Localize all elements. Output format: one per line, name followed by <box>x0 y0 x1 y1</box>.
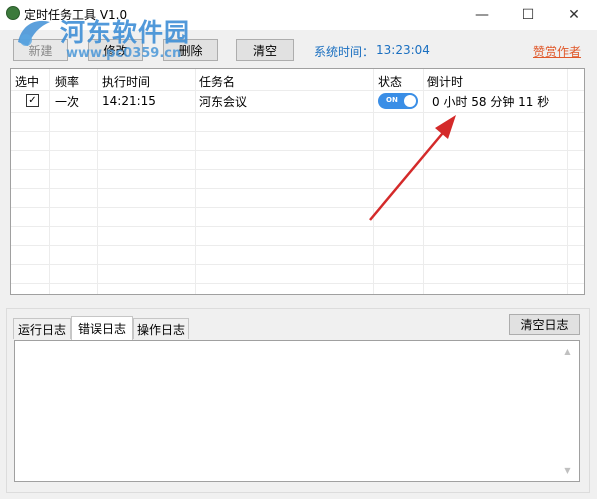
scroll-up-icon[interactable]: ▲ <box>560 344 575 359</box>
column-header-select[interactable]: 选中 <box>15 73 39 90</box>
column-header-task-name[interactable]: 任务名 <box>199 73 235 90</box>
tab-run-log[interactable]: 运行日志 <box>13 318 71 339</box>
grid-line <box>11 283 584 284</box>
system-time-label: 系统时间： <box>314 45 375 59</box>
toggle-knob <box>404 95 416 107</box>
status-toggle-label: ON <box>386 96 398 104</box>
grid-line <box>195 69 196 294</box>
log-textarea[interactable] <box>14 340 580 482</box>
grid-line <box>11 188 584 189</box>
grid-line <box>11 245 584 246</box>
grid-line <box>11 226 584 227</box>
watermark-name: 河东软件园 <box>60 18 191 47</box>
grid-line <box>373 69 374 294</box>
grid-line <box>97 69 98 294</box>
row-frequency: 一次 <box>55 95 80 109</box>
clear-button[interactable]: 清空 <box>236 39 294 61</box>
task-grid[interactable]: 选中 频率 执行时间 任务名 状态 倒计时 ✓ 一次 14:21:15 河东会议… <box>10 68 585 295</box>
grid-line <box>11 112 584 113</box>
grid-line <box>11 264 584 265</box>
column-header-status[interactable]: 状态 <box>378 73 402 90</box>
maximize-button[interactable]: ☐ <box>505 0 551 30</box>
grid-line <box>423 69 424 294</box>
row-task-name: 河东会议 <box>199 95 248 109</box>
grid-line <box>11 169 584 170</box>
grid-line <box>49 69 50 294</box>
system-time-value: 13:23:04 <box>376 43 430 57</box>
grid-line <box>11 207 584 208</box>
grid-line <box>11 150 584 151</box>
watermark-logo-icon <box>18 20 50 46</box>
column-header-frequency[interactable]: 频率 <box>55 73 79 90</box>
grid-line <box>11 90 584 91</box>
tab-error-log[interactable]: 错误日志 <box>71 316 133 340</box>
log-scrollbar[interactable]: ▲ ▼ <box>560 344 575 478</box>
column-header-countdown[interactable]: 倒计时 <box>427 73 463 90</box>
scroll-down-icon[interactable]: ▼ <box>560 463 575 478</box>
grid-line <box>11 131 584 132</box>
minimize-button[interactable]: — <box>459 0 505 30</box>
grid-line <box>567 69 568 294</box>
status-toggle[interactable]: ON <box>378 93 418 109</box>
row-countdown: 0 小时 58 分钟 11 秒 <box>432 95 550 109</box>
donate-link[interactable]: 赞赏作者 <box>533 43 581 60</box>
row-time: 14:21:15 <box>102 94 156 108</box>
column-header-time[interactable]: 执行时间 <box>102 73 150 90</box>
tab-operation-log[interactable]: 操作日志 <box>133 318 189 339</box>
clear-log-button[interactable]: 清空日志 <box>509 314 580 335</box>
row-checkbox[interactable]: ✓ <box>26 94 39 107</box>
watermark-url: www.pc0359.cn <box>66 46 182 61</box>
close-button[interactable]: ✕ <box>551 0 597 30</box>
